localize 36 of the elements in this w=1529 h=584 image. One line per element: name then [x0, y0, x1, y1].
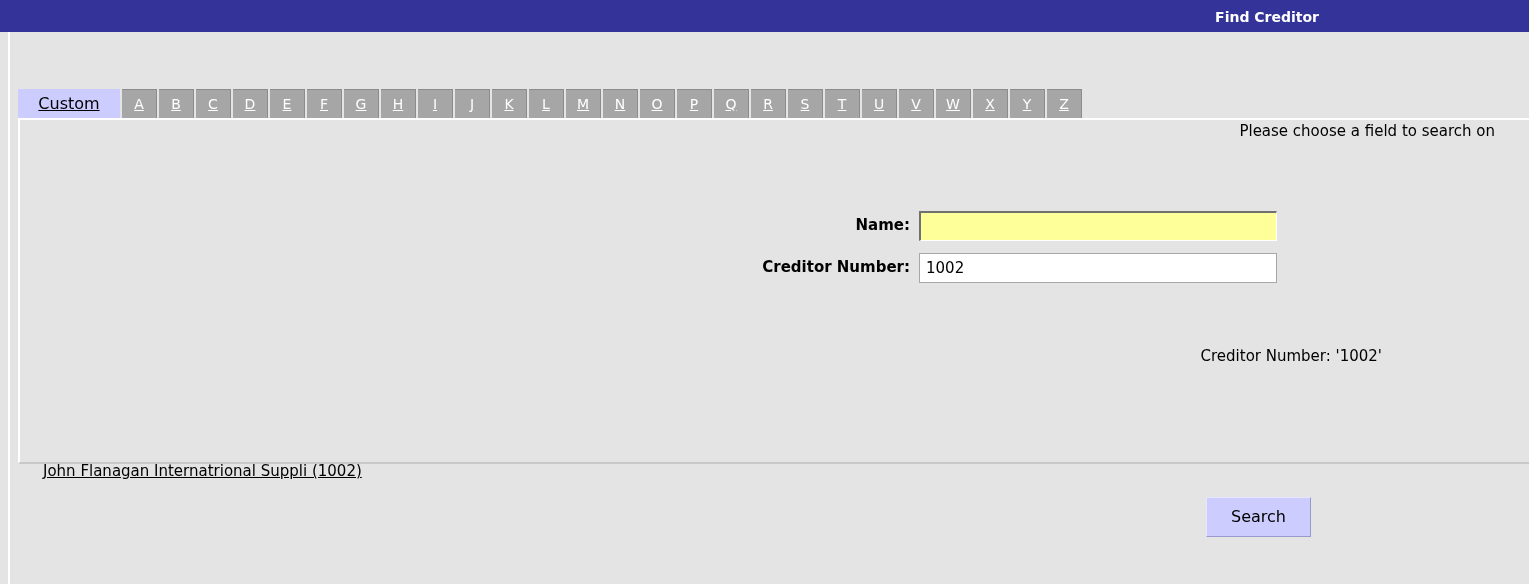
tab[interactable]: R [751, 89, 786, 118]
tab[interactable]: S [788, 89, 823, 118]
tab[interactable]: U [862, 89, 897, 118]
tab[interactable]: N [603, 89, 638, 118]
tab[interactable]: J [455, 89, 490, 118]
tab[interactable]: P [677, 89, 712, 118]
tab[interactable]: W [936, 89, 971, 118]
field-label: Creditor Number: [761, 257, 911, 279]
tab[interactable]: D [233, 89, 268, 118]
tab[interactable]: O [640, 89, 675, 118]
tab[interactable]: K [492, 89, 527, 118]
tab[interactable]: Y [1010, 89, 1045, 118]
result-link[interactable]: John Flanagan Internatrional Suppli (1002) [43, 460, 362, 483]
tab[interactable]: Z [1047, 89, 1082, 118]
tab[interactable]: Custom [18, 89, 120, 118]
tab[interactable]: M [566, 89, 601, 118]
instruction-text: Please choose a field to search on [1239, 121, 1495, 142]
tab[interactable]: T [825, 89, 860, 118]
input-field[interactable] [919, 210, 1277, 241]
tab[interactable]: E [270, 89, 305, 118]
tab[interactable]: A [122, 89, 157, 118]
tab[interactable]: V [899, 89, 934, 118]
tab[interactable]: G [344, 89, 379, 118]
search-button[interactable]: Search [1206, 497, 1311, 537]
tab[interactable]: X [973, 89, 1008, 118]
tab[interactable]: I [418, 89, 453, 118]
tab[interactable]: L [529, 89, 564, 118]
tab[interactable]: Q [714, 89, 749, 118]
window-title: Find Creditor [1215, 8, 1319, 27]
input-field[interactable]: 1002 [919, 252, 1277, 283]
tab[interactable]: B [159, 89, 194, 118]
tab[interactable]: H [381, 89, 416, 118]
tab[interactable]: F [307, 89, 342, 118]
criteria-text: Creditor Number: '1002' [1200, 345, 1382, 367]
tab[interactable]: C [196, 89, 231, 118]
field-label: Name: [854, 215, 911, 237]
